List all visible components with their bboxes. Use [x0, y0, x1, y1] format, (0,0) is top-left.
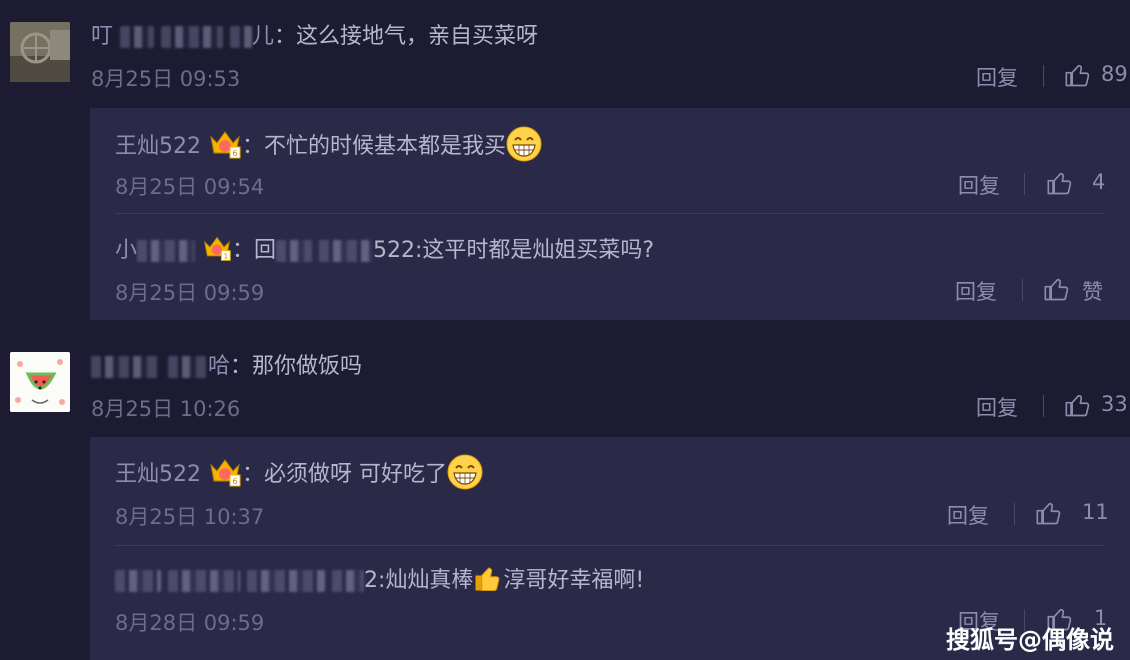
divider: [1024, 173, 1025, 195]
grinning-face-emoji: [447, 454, 483, 496]
reply-body: 淳哥好幸福啊!: [503, 568, 645, 593]
divider: [1043, 65, 1044, 87]
censor-mask: [137, 240, 196, 262]
svg-text:1: 1: [224, 252, 228, 261]
censor-mask: [161, 26, 224, 48]
thumbs-up-icon: [1044, 278, 1069, 301]
svg-text:6: 6: [232, 149, 237, 158]
crown-icon: 6: [208, 457, 242, 493]
reply-button[interactable]: 回复: [958, 170, 1000, 200]
reply-date: 8月28日 09:59: [115, 611, 265, 635]
crown-icon: 1: [202, 234, 232, 268]
like-button[interactable]: [1064, 61, 1092, 93]
reply-button[interactable]: 回复: [955, 276, 997, 306]
reply-line: 王灿522 6 ：必须做呀 可好吃了: [115, 454, 483, 496]
censor-mask: [230, 26, 253, 48]
comment-body: ：这么接地气，亲自买菜呀: [274, 24, 539, 49]
reply-divider: [115, 545, 1105, 546]
reply-username[interactable]: 王灿522: [115, 462, 201, 487]
avatar[interactable]: [10, 22, 70, 82]
comment-username[interactable]: 哈: [91, 354, 230, 379]
reply-date: 8月25日 09:59: [115, 281, 265, 305]
grinning-face-emoji: [506, 126, 542, 168]
reply-button[interactable]: 回复: [976, 392, 1018, 422]
like-button[interactable]: [1043, 275, 1071, 307]
censor-mask: [120, 26, 155, 48]
divider: [1022, 279, 1023, 301]
censor-mask: [168, 570, 240, 592]
censor-mask: [319, 240, 374, 262]
comment-body: ：那你做饭吗: [230, 354, 363, 379]
comment-username[interactable]: 叮 儿: [91, 24, 274, 49]
crown-icon: 6: [208, 129, 242, 165]
like-count: 33: [1101, 392, 1128, 416]
reply-body: 2:灿灿真棒: [364, 568, 474, 593]
thumbs-up-icon: [1065, 64, 1090, 87]
reply-divider: [115, 213, 1105, 214]
comment-date: 8月25日 10:26: [91, 397, 241, 421]
censor-mask: [115, 570, 161, 592]
censor-mask: [276, 240, 313, 262]
censor-mask: [168, 356, 208, 378]
like-label[interactable]: 赞: [1082, 276, 1103, 306]
like-count: 4: [1092, 170, 1106, 194]
censor-mask: [247, 570, 325, 592]
thumbs-up-icon: [1065, 394, 1090, 417]
reply-body: 522:这平时都是灿姐买菜吗?: [373, 238, 655, 263]
svg-text:6: 6: [232, 477, 237, 486]
avatar-image: [10, 352, 70, 412]
censor-mask: [91, 356, 161, 378]
censor-mask: [332, 570, 364, 592]
comment-date: 8月25日 09:53: [91, 67, 241, 91]
thumbs-up-icon: [1047, 172, 1072, 195]
reply-username[interactable]: 王灿522: [115, 134, 201, 159]
comment-line: 哈：那你做饭吗: [91, 348, 362, 380]
reply-date: 8月25日 10:37: [115, 505, 265, 529]
divider: [1014, 503, 1015, 525]
reply-line: 2:灿灿真棒 淳哥好幸福啊!: [115, 562, 644, 599]
thumbs-up-icon: [1036, 502, 1061, 525]
like-button[interactable]: [1046, 169, 1074, 201]
reply-line: 小 1 ：回 522:这平时都是灿姐买菜吗?: [115, 232, 654, 268]
watermark: 搜狐号@偶像说: [946, 626, 1114, 654]
thumbs-up-emoji: [473, 563, 503, 599]
like-button[interactable]: [1035, 499, 1063, 531]
like-button[interactable]: [1064, 391, 1092, 423]
like-count: 89: [1101, 62, 1128, 86]
reply-mention: ：回: [232, 238, 277, 263]
reply-username[interactable]: 小: [115, 238, 196, 263]
reply-line: 王灿522 6 ：不忙的时候基本都是我买: [115, 126, 542, 168]
reply-button[interactable]: 回复: [947, 500, 989, 530]
reply-body: ：不忙的时候基本都是我买: [242, 134, 507, 159]
reply-button[interactable]: 回复: [976, 62, 1018, 92]
like-count: 11: [1082, 500, 1109, 524]
divider: [1043, 395, 1044, 417]
comment-line: 叮 儿：这么接地气，亲自买菜呀: [91, 18, 538, 50]
reply-date: 8月25日 09:54: [115, 175, 265, 199]
avatar-image: [10, 22, 70, 82]
reply-body: ：必须做呀 可好吃了: [242, 462, 447, 487]
avatar[interactable]: [10, 352, 70, 412]
